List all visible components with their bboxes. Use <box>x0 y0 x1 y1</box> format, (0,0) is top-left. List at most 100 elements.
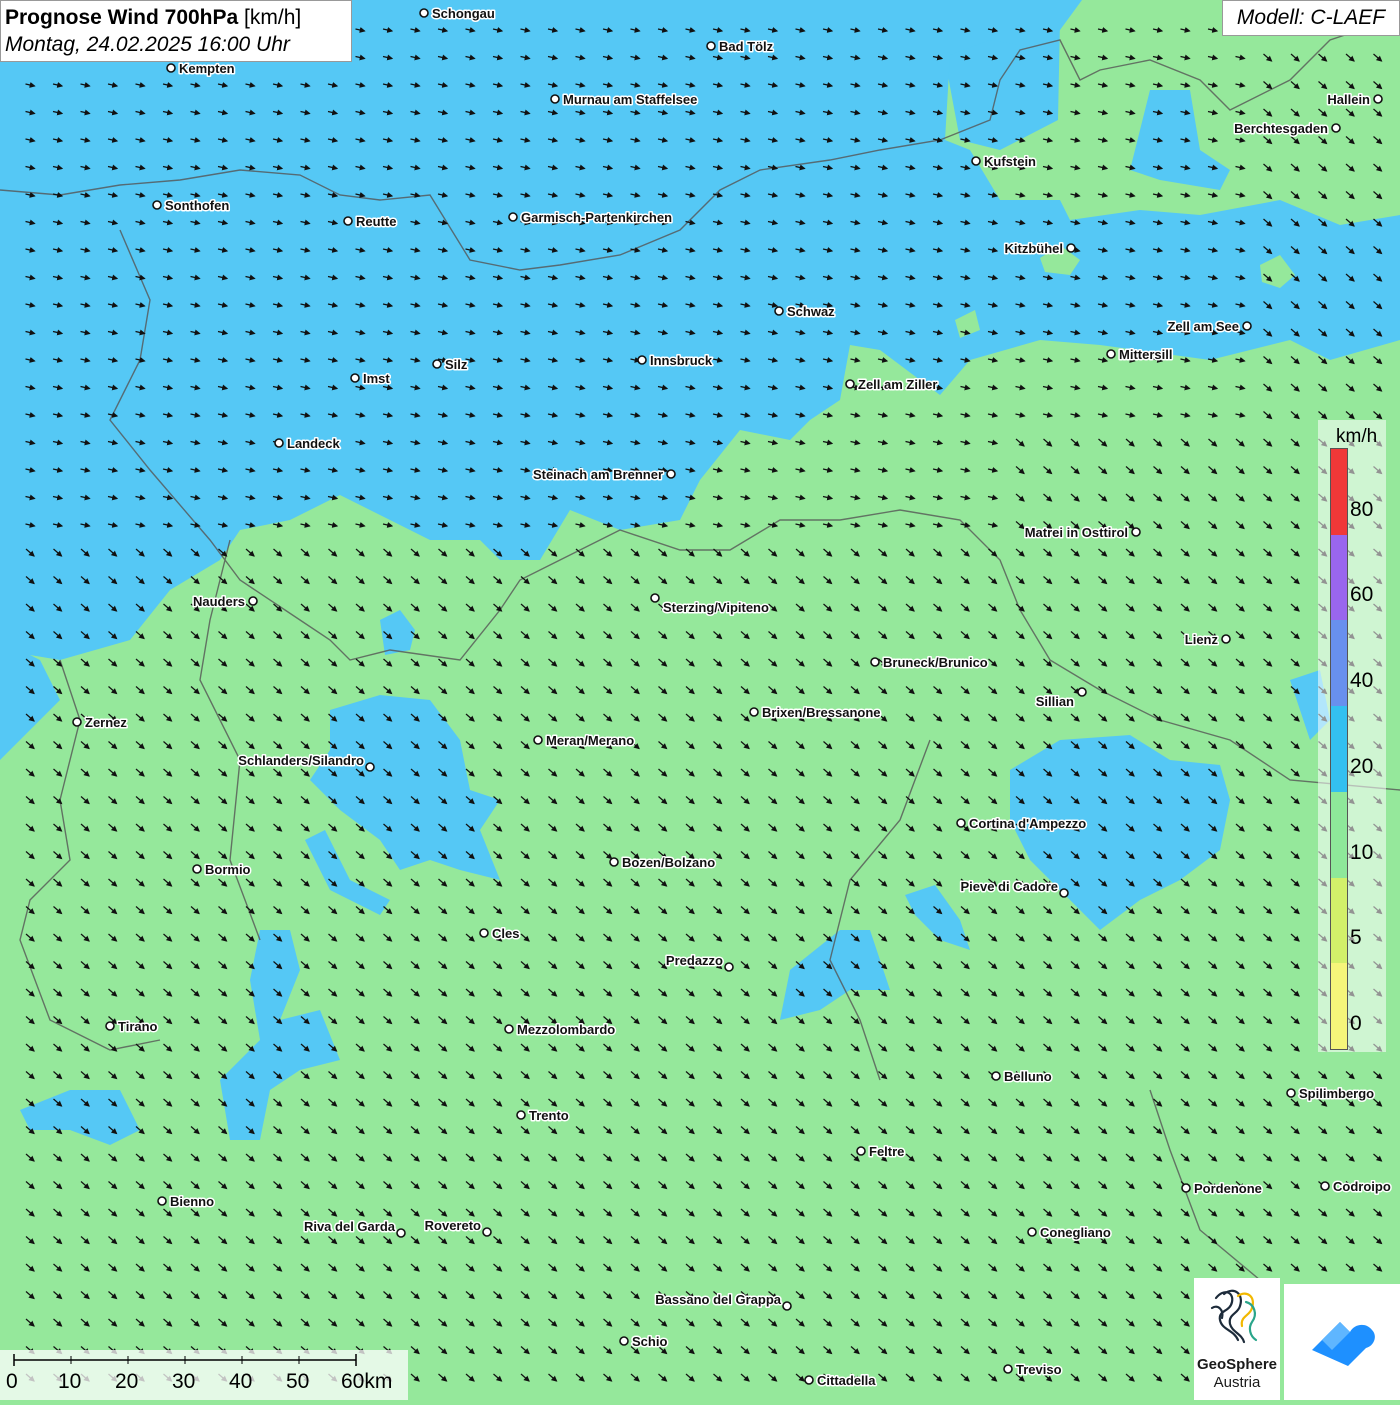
city-label: Garmisch-Partenkirchen <box>521 210 672 225</box>
city-label: Sonthofen <box>165 198 229 213</box>
city-label: Kitzbühel <box>1005 241 1064 256</box>
legend-label: 20 <box>1350 754 1374 778</box>
legend-segment <box>1331 534 1347 621</box>
city-marker: Berchtesgaden <box>1233 120 1341 138</box>
city-label: Feltre <box>869 1144 904 1159</box>
city-marker: Mezzolombardo <box>504 1021 617 1039</box>
legend-segment <box>1331 791 1347 878</box>
scale-label-20: 20 <box>115 1370 139 1393</box>
city-label: Nauders <box>193 594 245 609</box>
city-dot <box>1286 1088 1296 1098</box>
city-label: Rovereto <box>425 1218 481 1233</box>
city-dot <box>350 373 360 383</box>
wind-map: Schongau Bad Tölz Kempten Murnau am Staffel… <box>0 0 1400 1400</box>
city-label: Murnau am Staffelsee <box>563 92 697 107</box>
city-label: Mittersill <box>1119 347 1172 362</box>
legend-unit: km/h <box>1336 426 1378 447</box>
city-dot <box>504 1024 514 1034</box>
city-dot <box>1181 1183 1191 1193</box>
city-label: Meran/Merano <box>546 733 634 748</box>
city-label: Spilimbergo <box>1299 1086 1374 1101</box>
city-label: Treviso <box>1016 1362 1062 1377</box>
city-marker: Garmisch-Partenkirchen <box>508 209 674 227</box>
city-dot <box>419 8 429 18</box>
city-label: Innsbruck <box>650 353 713 368</box>
legend-label: 60 <box>1350 583 1374 607</box>
city-marker: Conegliano <box>1027 1224 1112 1242</box>
city-label: Bad Tölz <box>719 39 774 54</box>
wetter-app-icon <box>1312 1322 1375 1366</box>
city-marker: Bruneck/Brunico <box>870 654 989 672</box>
city-dot <box>1131 527 1141 537</box>
scale-label-60km: 60km <box>341 1370 393 1393</box>
city-label: Zell am Ziller <box>858 377 937 392</box>
city-dot <box>1320 1181 1330 1191</box>
city-marker: Murnau am Staffelsee <box>550 91 699 109</box>
city-dot <box>637 355 647 365</box>
city-marker: Bozen/Bolzano <box>609 854 717 872</box>
city-marker: Cortina d'Ampezzo <box>956 815 1088 833</box>
city-dot <box>72 717 82 727</box>
model-label: Modell: C-LAEF <box>1222 0 1400 36</box>
city-marker: Zell am Ziller <box>845 376 939 394</box>
legend-segment <box>1331 877 1347 964</box>
city-marker: Sonthofen <box>152 197 231 215</box>
city-dot <box>479 928 489 938</box>
city-dot <box>650 593 660 603</box>
city-dot <box>1059 888 1069 898</box>
legend-label: 40 <box>1350 669 1374 693</box>
city-dot <box>856 1146 866 1156</box>
city-dot <box>1331 123 1341 133</box>
city-label: Berchtesgaden <box>1234 121 1328 136</box>
city-label: Kufstein <box>984 154 1036 169</box>
city-label: Trento <box>529 1108 569 1123</box>
geosphere-name-line2: Austria <box>1213 1374 1261 1391</box>
city-label: Sterzing/Vipiteno <box>663 600 769 615</box>
city-dot <box>152 200 162 210</box>
city-dot <box>1106 349 1116 359</box>
city-label: Conegliano <box>1040 1225 1111 1240</box>
city-dot <box>1373 94 1383 104</box>
color-legend: km/h 80 60 40 20 10 5 0 <box>1318 420 1386 1052</box>
scale-label-30: 30 <box>172 1370 196 1393</box>
geosphere-logo[interactable]: GeoSphere Austria <box>1194 1278 1280 1400</box>
city-dot <box>971 156 981 166</box>
city-label: Codroipo <box>1333 1179 1391 1194</box>
city-label: Sillian <box>1036 694 1074 709</box>
map-title: Prognose Wind 700hPa [km/h] <box>5 4 347 32</box>
forecast-date: Montag, 24.02.2025 16:00 Uhr <box>5 33 290 56</box>
scale-label-0: 0 <box>6 1370 18 1393</box>
city-dot <box>343 216 353 226</box>
map-title-box: Prognose Wind 700hPa [km/h] Montag, 24.0… <box>0 0 352 62</box>
city-label: Bozen/Bolzano <box>622 855 715 870</box>
city-label: Bienno <box>170 1194 214 1209</box>
city-label: Schongau <box>432 6 495 21</box>
legend-segment <box>1331 449 1347 535</box>
city-label: Schwaz <box>787 304 835 319</box>
city-marker: Meran/Merano <box>533 732 636 750</box>
city-label: Kempten <box>179 61 235 76</box>
scale-label-40: 40 <box>229 1370 253 1393</box>
wetter-app-logo[interactable] <box>1284 1284 1400 1400</box>
city-label: Brixen/Bressanone <box>762 705 881 720</box>
city-dot <box>248 596 258 606</box>
city-label: Steinach am Brenner <box>533 467 663 482</box>
city-dot <box>482 1227 492 1237</box>
city-dot <box>1003 1364 1013 1374</box>
city-dot <box>804 1375 814 1385</box>
map-title-main: Prognose Wind 700hPa <box>5 6 239 29</box>
geosphere-logo-icon <box>1210 1289 1258 1344</box>
city-dot <box>192 864 202 874</box>
city-dot <box>166 63 176 73</box>
legend-label: 80 <box>1350 497 1374 521</box>
city-dot <box>1027 1227 1037 1237</box>
city-label: Reutte <box>356 214 396 229</box>
city-label: Schlanders/Silandro <box>238 753 364 768</box>
city-label: Pieve di Cadore <box>960 879 1058 894</box>
city-label: Lienz <box>1185 632 1219 647</box>
city-label: Bassano del Grappa <box>655 1292 781 1307</box>
city-dot <box>365 762 375 772</box>
city-dot <box>432 359 442 369</box>
city-label: Cittadella <box>817 1373 876 1388</box>
city-dot <box>724 962 734 972</box>
